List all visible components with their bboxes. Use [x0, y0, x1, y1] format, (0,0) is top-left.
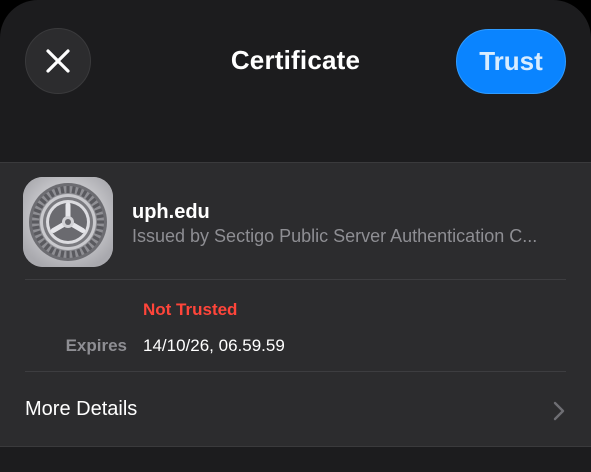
certificate-name: uph.edu	[132, 201, 210, 223]
trust-button[interactable]: Trust	[456, 29, 566, 94]
sheet-header: Certificate Trust	[0, 0, 591, 124]
expires-value: 14/10/26, 06.59.59	[143, 336, 285, 355]
certificate-issuer: Issued by Sectigo Public Server Authenti…	[132, 226, 538, 246]
more-details-row[interactable]: More Details	[0, 372, 591, 446]
divider	[25, 279, 566, 280]
certificate-card: uph.edu Issued by Sectigo Public Server …	[0, 162, 591, 447]
certificate-summary: uph.edu Issued by Sectigo Public Server …	[0, 163, 591, 279]
chevron-right-icon	[553, 401, 565, 421]
settings-gear-icon	[23, 177, 113, 267]
more-details-label: More Details	[25, 398, 138, 420]
certificate-sheet: Certificate Trust uph.edu Issued by Sect…	[0, 0, 591, 472]
expires-label: Expires	[65, 336, 127, 355]
trust-status-label: Not Trusted	[143, 300, 238, 319]
